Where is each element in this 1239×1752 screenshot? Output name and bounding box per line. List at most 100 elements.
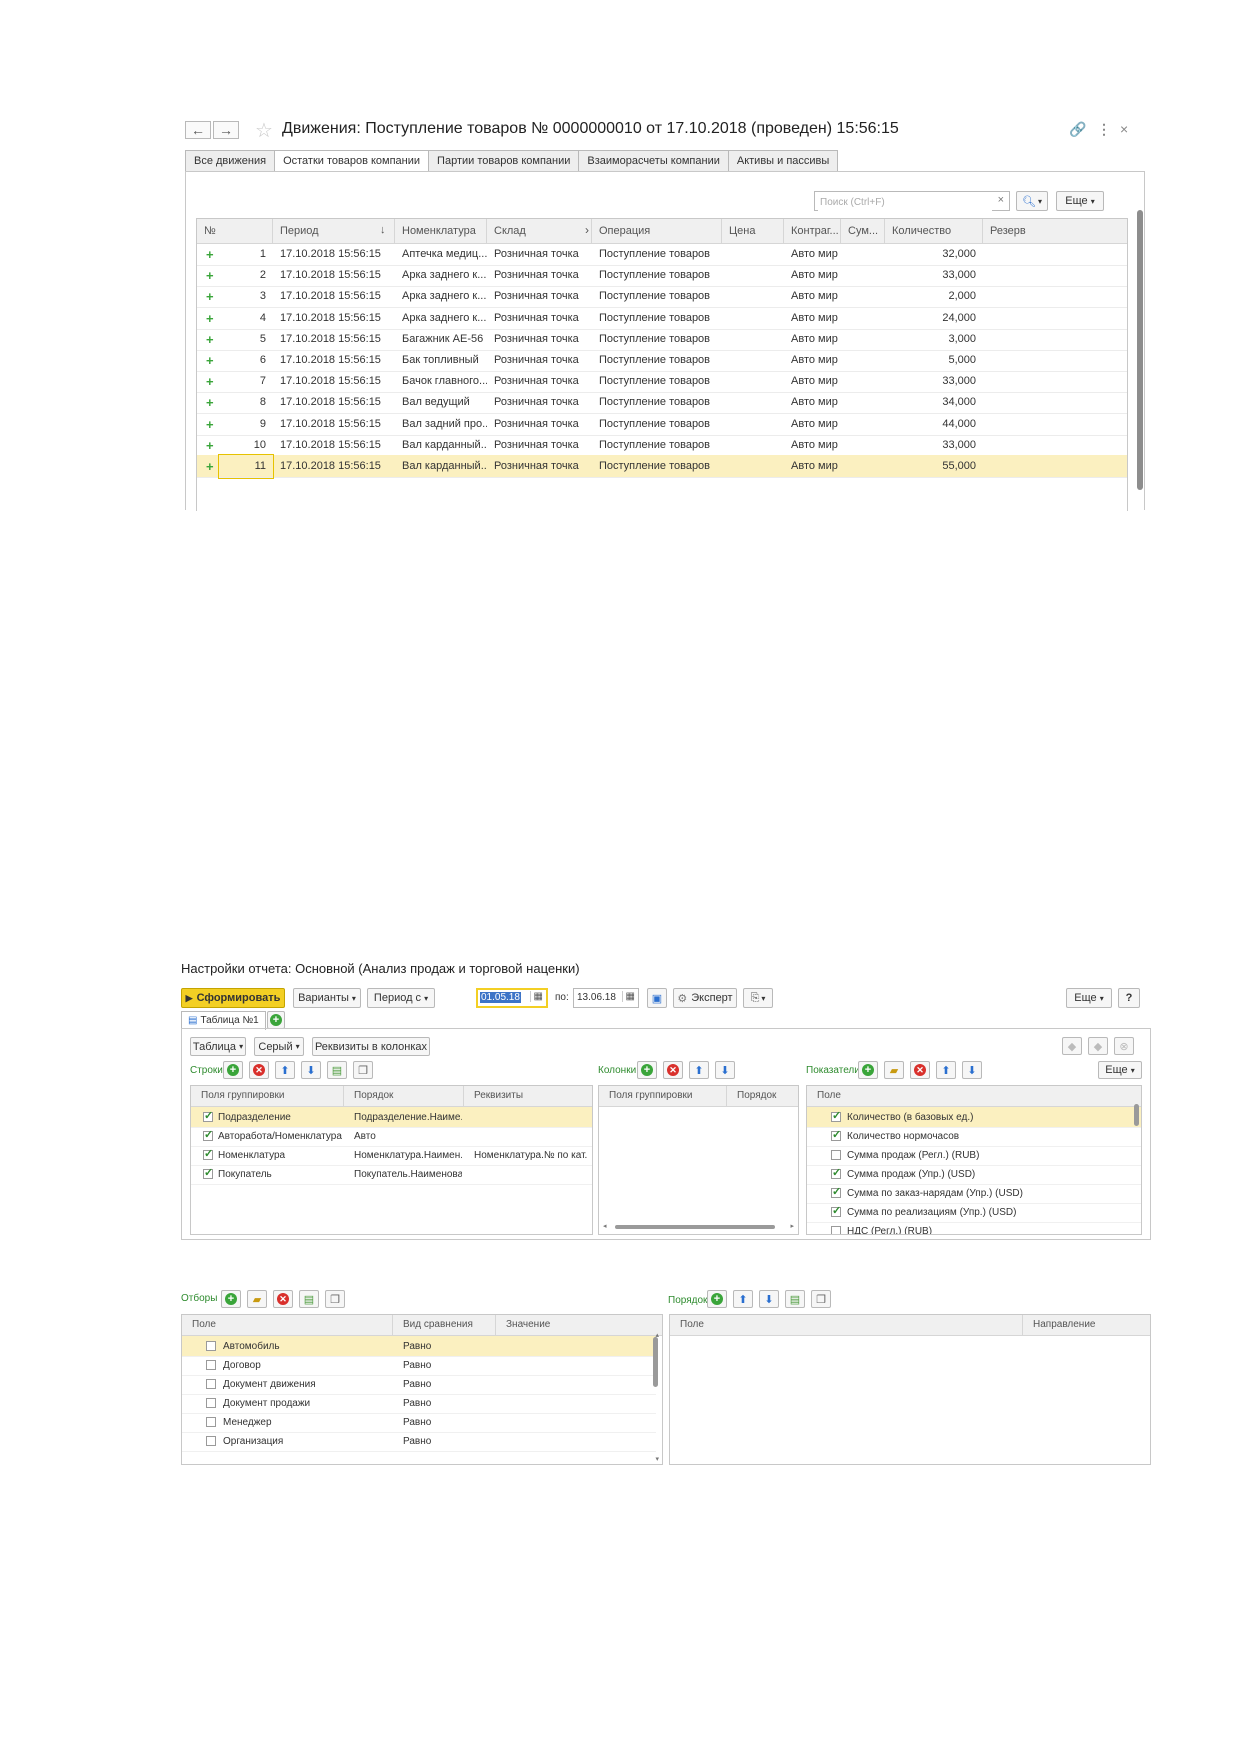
move-down-button[interactable]: ⬇	[301, 1061, 321, 1079]
search-button[interactable]: 🔍︎ ▾	[1016, 191, 1048, 211]
list-item[interactable]: Сумма продаж (Регл.) (RUB)	[807, 1145, 1141, 1166]
checkbox[interactable]	[206, 1379, 216, 1389]
props-in-columns-button[interactable]: Реквизиты в колонках	[312, 1037, 430, 1056]
delete-indicator-button[interactable]: ✕	[910, 1061, 930, 1079]
tab-3[interactable]: Взаиморасчеты компании	[578, 150, 729, 171]
period-button[interactable]: Период с ▾	[367, 988, 435, 1008]
table-row[interactable]: +7 17.10.2018 15:56:15 Бачок главного... Ро…	[197, 370, 1127, 394]
table-row[interactable]: Менеджер Равно	[182, 1412, 656, 1433]
column-header[interactable]: Номенклатура	[395, 219, 487, 243]
list-item[interactable]: Количество (в базовых ед.)	[807, 1107, 1141, 1128]
column-header[interactable]: Склад	[487, 219, 592, 243]
table-button[interactable]: Таблица ▾	[190, 1037, 246, 1056]
table-row[interactable]: Организация Равно	[182, 1431, 656, 1452]
search-field[interactable]: ×	[814, 191, 1010, 211]
table-row[interactable]: Подразделение Подразделение.Наиме...	[191, 1107, 592, 1128]
move-up-button[interactable]: ⬆	[733, 1290, 753, 1308]
favorite-star-icon[interactable]: ☆	[255, 118, 273, 143]
checkbox[interactable]	[206, 1360, 216, 1370]
column-header[interactable]: №	[197, 219, 273, 243]
forward-button[interactable]: →	[213, 121, 239, 139]
column-header[interactable]: Операция	[592, 219, 722, 243]
add-folder-button[interactable]: ▰	[884, 1061, 904, 1079]
copy-button[interactable]: ❐	[811, 1290, 831, 1308]
date-from-field[interactable]: 01.05.18 ▦	[476, 988, 548, 1008]
table-row[interactable]: +11 17.10.2018 15:56:15 Вал карданный... Ро…	[197, 454, 1127, 479]
list-item[interactable]: Сумма продаж (Упр.) (USD)	[807, 1164, 1141, 1185]
table-row[interactable]: Авторабота/Номенклатура Авто	[191, 1126, 592, 1147]
add-filter-group-button[interactable]: ▰	[247, 1290, 267, 1308]
back-button[interactable]: ←	[185, 121, 211, 139]
checkbox[interactable]	[206, 1341, 216, 1351]
checkbox[interactable]	[831, 1150, 841, 1160]
vertical-scrollbar[interactable]	[653, 1337, 658, 1387]
checkbox[interactable]	[831, 1166, 841, 1179]
checkbox[interactable]	[206, 1436, 216, 1446]
table-row[interactable]: Номенклатура Номенклатура.Наимен... Номенк…	[191, 1145, 592, 1166]
delete-row-button[interactable]: ✕	[249, 1061, 269, 1079]
indicators-more-button[interactable]: Еще ▾	[1098, 1061, 1142, 1079]
column-header[interactable]: Период	[273, 219, 395, 243]
table-row[interactable]: +8 17.10.2018 15:56:15 Вал ведущий Рознична…	[197, 391, 1127, 415]
group-button[interactable]: ▤	[785, 1290, 805, 1308]
scroll-right-icon[interactable]: ▸	[790, 1222, 794, 1230]
generate-button[interactable]: ▶ Сформировать	[181, 988, 285, 1008]
move-down-button[interactable]: ⬇	[715, 1061, 735, 1079]
calendar-icon[interactable]: ▦	[621, 991, 635, 1002]
group-button[interactable]: ▤	[299, 1290, 319, 1308]
copy-button[interactable]: ❐	[353, 1061, 373, 1079]
tab-2[interactable]: Партии товаров компании	[428, 150, 580, 171]
calendar-icon[interactable]: ▦	[529, 991, 543, 1002]
table-row[interactable]: +3 17.10.2018 15:56:15 Арка заднего к... Ро…	[197, 285, 1127, 309]
gray-button[interactable]: Серый ▾	[254, 1037, 304, 1056]
delete-filter-button[interactable]: ✕	[273, 1290, 293, 1308]
move-right-button[interactable]: ◆	[1088, 1037, 1108, 1055]
move-up-button[interactable]: ⬆	[275, 1061, 295, 1079]
link-icon[interactable]: 🔗	[1069, 121, 1086, 138]
export-menu-button[interactable]: ⎘ ▾	[743, 988, 773, 1008]
help-button[interactable]: ?	[1118, 988, 1140, 1008]
list-item[interactable]: Сумма по реализациям (Упр.) (USD)	[807, 1202, 1141, 1223]
column-header[interactable]: Резерв	[983, 219, 1127, 243]
column-header[interactable]: Сум...	[841, 219, 885, 243]
column-header[interactable]: Цена	[722, 219, 784, 243]
move-up-button[interactable]: ⬆	[936, 1061, 956, 1079]
table-row[interactable]: +4 17.10.2018 15:56:15 Арка заднего к... Ро…	[197, 307, 1127, 330]
checkbox[interactable]	[831, 1204, 841, 1217]
table-row[interactable]: Документ движения Равно	[182, 1374, 656, 1395]
add-tab-button[interactable]: +	[267, 1011, 285, 1029]
table-row[interactable]: +6 17.10.2018 15:56:15 Бак топливный Рознич…	[197, 349, 1127, 372]
column-header[interactable]: Количество	[885, 219, 983, 243]
table-row[interactable]: +2 17.10.2018 15:56:15 Арка заднего к... Ро…	[197, 264, 1127, 288]
group-button[interactable]: ▤	[327, 1061, 347, 1079]
move-left-button[interactable]: ◆	[1062, 1037, 1082, 1055]
tab-4[interactable]: Активы и пассивы	[727, 150, 839, 171]
table-row[interactable]: Автомобиль Равно	[182, 1336, 656, 1357]
add-indicator-button[interactable]: +	[858, 1061, 878, 1079]
variants-button[interactable]: Варианты ▾	[293, 988, 361, 1008]
more-button[interactable]: Еще ▾	[1056, 191, 1104, 211]
vertical-scrollbar[interactable]	[1137, 210, 1143, 490]
vertical-scrollbar[interactable]	[1134, 1104, 1139, 1126]
add-row-button[interactable]: +	[223, 1061, 243, 1079]
table-row[interactable]: +1 17.10.2018 15:56:15 Аптечка медиц... Роз…	[197, 243, 1127, 266]
column-header[interactable]: Контраг...	[784, 219, 841, 243]
checkbox[interactable]	[831, 1109, 841, 1122]
delete-column-button[interactable]: ✕	[663, 1061, 683, 1079]
copy-button[interactable]: ❐	[325, 1290, 345, 1308]
table-row[interactable]: +10 17.10.2018 15:56:15 Вал карданный... Ро…	[197, 434, 1127, 457]
checkbox[interactable]	[203, 1147, 213, 1160]
checkbox[interactable]	[831, 1185, 841, 1198]
move-down-button[interactable]: ⬇	[962, 1061, 982, 1079]
tab-0[interactable]: Все движения	[185, 150, 276, 171]
list-item[interactable]: НДС (Регл.) (RUB)	[807, 1221, 1141, 1234]
checkbox[interactable]	[831, 1226, 841, 1234]
table-row[interactable]: Покупатель Покупатель.Наименова...	[191, 1164, 592, 1185]
close-icon[interactable]: ×	[1120, 121, 1128, 137]
horizontal-scrollbar[interactable]	[615, 1225, 775, 1229]
move-down-button[interactable]: ⬇	[759, 1290, 779, 1308]
search-input[interactable]	[818, 193, 992, 211]
add-filter-button[interactable]: +	[221, 1290, 241, 1308]
scroll-up-icon[interactable]: ▴	[655, 1331, 659, 1339]
checkbox[interactable]	[203, 1109, 213, 1122]
